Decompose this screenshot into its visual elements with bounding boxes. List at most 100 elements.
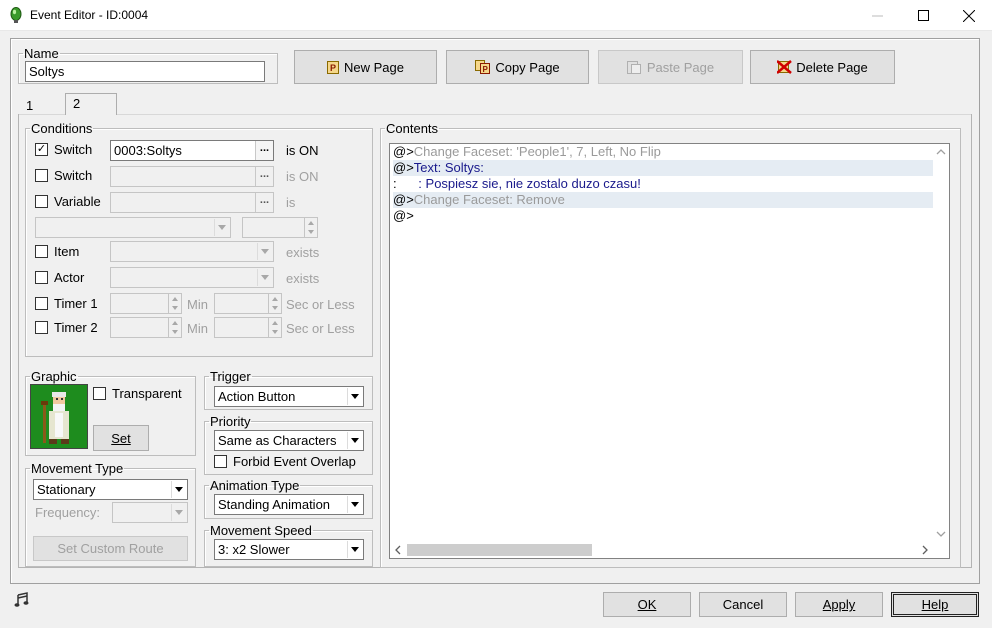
spinner-arrows-icon[interactable] xyxy=(168,294,181,313)
frequency-select[interactable] xyxy=(112,502,188,523)
vertical-scrollbar[interactable] xyxy=(933,144,949,543)
chevron-down-icon xyxy=(347,496,362,513)
name-input[interactable]: Soltys xyxy=(25,61,265,82)
variable-operator-select[interactable] xyxy=(35,217,231,238)
switch2-suffix: is ON xyxy=(286,169,319,184)
delete-page-label: Delete Page xyxy=(796,59,868,75)
switch2-browse-button[interactable]: ... xyxy=(255,167,273,186)
spinner-arrows-icon[interactable] xyxy=(168,318,181,337)
priority-legend: Priority xyxy=(210,414,251,429)
timer2-checkbox[interactable] xyxy=(35,321,48,334)
command-prefix: @> xyxy=(393,208,414,223)
paste-page-icon xyxy=(626,60,642,74)
title-bar: Event Editor - ID:0004 xyxy=(0,0,992,31)
paste-page-button[interactable]: Paste Page xyxy=(598,50,743,84)
list-item[interactable]: : : Pospiesz sie, nie zostalo duzo czasu… xyxy=(393,176,933,192)
timer1-min-label: Min xyxy=(187,297,208,312)
trigger-select[interactable]: Action Button xyxy=(214,386,364,407)
horizontal-scrollbar[interactable] xyxy=(390,542,933,558)
graphic-preview[interactable] xyxy=(30,384,88,449)
priority-value: Same as Characters xyxy=(218,433,337,448)
item-select[interactable] xyxy=(110,241,274,262)
switch1-value: 0003:Soltys xyxy=(114,143,182,158)
command-prefix: @> xyxy=(393,160,414,175)
transparent-checkbox[interactable] xyxy=(93,387,106,400)
movement-speed-value: 3: x2 Slower xyxy=(218,542,290,557)
movement-speed-select[interactable]: 3: x2 Slower xyxy=(214,539,364,560)
variable-browse-button[interactable]: ... xyxy=(255,193,273,212)
timer1-min-spinner[interactable] xyxy=(110,293,182,314)
item-checkbox[interactable] xyxy=(35,245,48,258)
timer2-sec-spinner[interactable] xyxy=(214,317,282,338)
forbid-overlap-label: Forbid Event Overlap xyxy=(233,454,356,469)
switch2-field[interactable]: ... xyxy=(110,166,274,187)
switch1-suffix: is ON xyxy=(286,143,319,158)
cancel-label: Cancel xyxy=(722,597,764,612)
window-title: Event Editor - ID:0004 xyxy=(30,8,149,22)
timer1-checkbox[interactable] xyxy=(35,297,48,310)
switch1-browse-button[interactable]: ... xyxy=(255,141,273,160)
close-icon xyxy=(963,9,975,22)
ok-button[interactable]: OK xyxy=(603,592,691,617)
svg-text:P: P xyxy=(330,63,336,73)
spinner-arrows-icon[interactable] xyxy=(268,318,281,337)
spinner-arrows-icon[interactable] xyxy=(304,218,317,237)
tab-page-1[interactable]: 1 xyxy=(19,96,65,115)
priority-select[interactable]: Same as Characters xyxy=(214,430,364,451)
list-item[interactable]: @>Change Faceset: 'People1', 7, Left, No… xyxy=(393,144,933,160)
switch2-checkbox[interactable] xyxy=(35,169,48,182)
set-graphic-button[interactable]: Set xyxy=(93,425,149,451)
copy-page-button[interactable]: P Copy Page xyxy=(446,50,589,84)
switch1-field[interactable]: 0003:Soltys ... xyxy=(110,140,274,161)
movement-speed-legend: Movement Speed xyxy=(210,523,312,538)
new-page-button[interactable]: P New Page xyxy=(294,50,437,84)
horizontal-scroll-thumb[interactable] xyxy=(407,544,592,556)
command-text: Text: Soltys: xyxy=(413,160,484,175)
list-item[interactable]: @>Change Faceset: Remove xyxy=(393,192,933,208)
maximize-button[interactable] xyxy=(900,0,946,31)
event-commands-list[interactable]: @>Change Faceset: 'People1', 7, Left, No… xyxy=(389,143,950,559)
set-custom-route-button[interactable]: Set Custom Route xyxy=(33,536,188,561)
list-item[interactable]: @>Text: Soltys: xyxy=(393,160,933,176)
actor-select[interactable] xyxy=(110,267,274,288)
music-note-icon[interactable] xyxy=(14,592,30,608)
tab-page-2-label: 2 xyxy=(73,96,81,111)
command-text: Change Faceset: Remove xyxy=(413,192,565,207)
movement-type-value: Stationary xyxy=(37,482,96,497)
close-button[interactable] xyxy=(946,0,992,31)
animation-type-value: Standing Animation xyxy=(218,497,331,512)
timer1-label: Timer 1 xyxy=(54,296,98,311)
help-button[interactable]: Help xyxy=(891,592,979,617)
set-custom-route-label: Set Custom Route xyxy=(57,541,164,556)
actor-suffix: exists xyxy=(286,271,320,286)
timer2-label: Timer 2 xyxy=(54,320,98,335)
animation-type-select[interactable]: Standing Animation xyxy=(214,494,364,515)
timer1-sec-label: Sec or Less xyxy=(286,297,355,312)
movement-type-select[interactable]: Stationary xyxy=(33,479,188,500)
actor-checkbox[interactable] xyxy=(35,271,48,284)
copy-page-label: Copy Page xyxy=(495,59,560,75)
forbid-overlap-checkbox[interactable] xyxy=(214,455,227,468)
tab-page-2[interactable]: 2 xyxy=(65,93,117,115)
timer2-sec-label: Sec or Less xyxy=(286,321,355,336)
timer2-min-spinner[interactable] xyxy=(110,317,182,338)
apply-button[interactable]: Apply xyxy=(795,592,883,617)
ok-label: OK xyxy=(637,597,657,612)
variable-field[interactable]: ... xyxy=(110,192,274,213)
variable-value-spinner[interactable] xyxy=(242,217,318,238)
graphic-legend: Graphic xyxy=(31,369,77,384)
list-item[interactable]: @> xyxy=(393,208,933,224)
spinner-arrows-icon[interactable] xyxy=(268,294,281,313)
frequency-label: Frequency: xyxy=(35,505,101,520)
old-man-sprite-icon xyxy=(41,392,69,444)
timer1-sec-spinner[interactable] xyxy=(214,293,282,314)
switch1-checkbox[interactable]: ✓ xyxy=(35,143,48,156)
cancel-button[interactable]: Cancel xyxy=(699,592,787,617)
help-label: Help xyxy=(921,597,949,612)
chevron-down-icon xyxy=(257,269,272,286)
chevron-down-icon xyxy=(257,243,272,260)
copy-page-icon: P xyxy=(475,60,491,74)
variable-checkbox[interactable] xyxy=(35,195,48,208)
delete-page-button[interactable]: Delete Page xyxy=(750,50,895,84)
minimize-button[interactable] xyxy=(854,0,900,31)
